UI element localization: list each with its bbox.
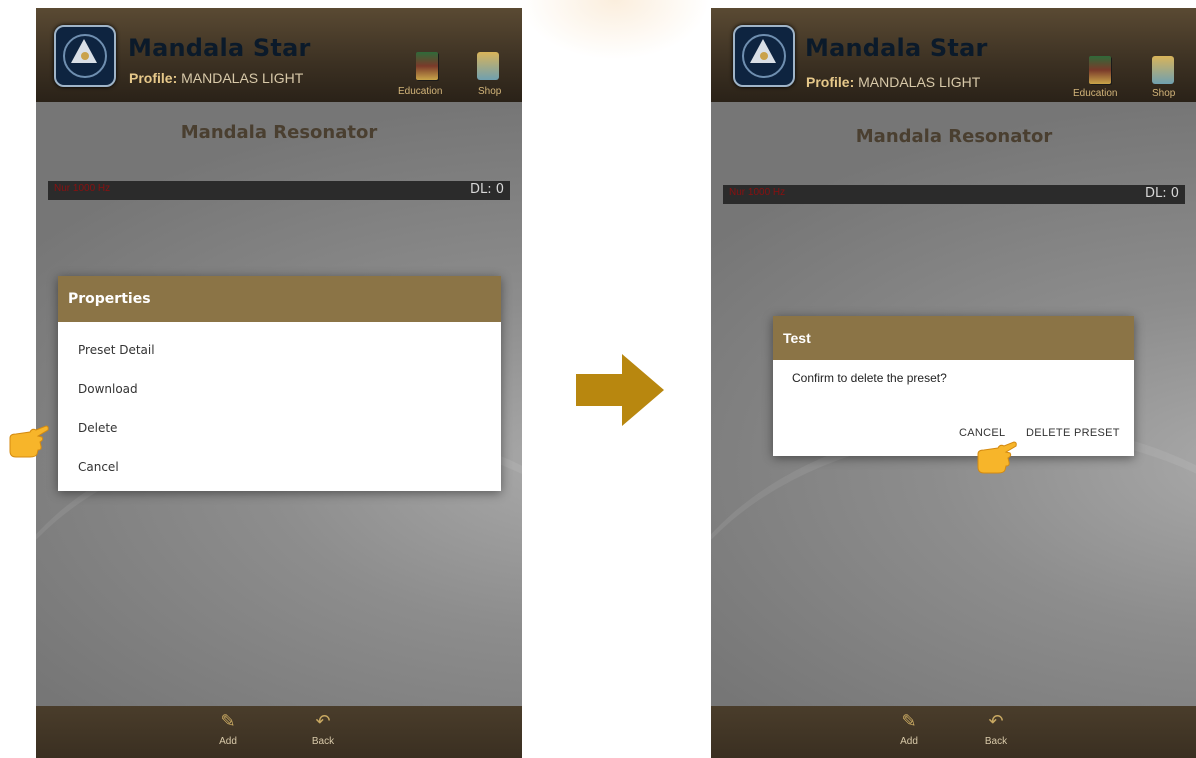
pencil-icon: ✎ [901,711,917,731]
add-label: Add [219,736,237,747]
left-screenshot: Mandala Star Profile: MANDALAS LIGHT Edu… [36,8,522,758]
dialog-message: Confirm to delete the preset? [792,371,947,385]
top-bar: Mandala Star Profile: MANDALAS LIGHT Edu… [711,8,1196,102]
back-arrow-icon: ↶ [315,711,331,731]
pencil-icon: ✎ [220,711,236,731]
shop-label[interactable]: Shop [478,86,501,97]
books-icon[interactable] [416,52,438,80]
dialog-title: Test [773,316,1134,360]
cart-icon[interactable] [477,52,499,80]
back-button[interactable]: ↶ Back [303,710,343,747]
app-logo-icon[interactable] [733,25,795,87]
menu-item-download[interactable]: Download [58,370,501,409]
confirm-dialog: Test Confirm to delete the preset? CANCE… [773,316,1134,456]
back-arrow-icon: ↶ [988,711,1004,731]
right-screenshot: Mandala Star Profile: MANDALAS LIGHT Edu… [711,8,1196,758]
add-label: Add [900,736,918,747]
back-button[interactable]: ↶ Back [976,710,1016,747]
dialog-title: Properties [58,276,501,322]
education-label[interactable]: Education [1073,88,1117,99]
profile-line[interactable]: Profile: MANDALAS LIGHT [806,74,980,90]
status-frequency: Nur 1000 Hz [54,183,111,194]
properties-menu: Preset Detail Download Delete Cancel [58,331,501,487]
app-title: Mandala Star [128,34,311,62]
books-icon[interactable] [1089,56,1111,84]
menu-item-cancel[interactable]: Cancel [58,448,501,487]
menu-item-preset-detail[interactable]: Preset Detail [58,331,501,370]
right-arrow-icon [576,354,664,426]
background-glow [520,0,710,60]
cart-icon[interactable] [1152,56,1174,84]
page-title: Mandala Resonator [855,126,1053,147]
profile-label: Profile: [806,74,855,90]
pointing-hand-icon [977,441,1017,474]
education-label[interactable]: Education [398,86,442,97]
delete-preset-button[interactable]: DELETE PRESET [1026,427,1120,439]
profile-name: MANDALAS LIGHT [858,74,981,90]
cancel-button[interactable]: CANCEL [959,427,1005,439]
status-frequency: Nur 1000 Hz [729,187,786,198]
app-logo-icon[interactable] [54,25,116,87]
bottom-bar: ✎ Add ↶ Back [36,706,522,758]
profile-label: Profile: [129,70,178,86]
properties-dialog: Properties Preset Detail Download Delete… [58,276,501,491]
status-dl: DL: 0 [1144,186,1179,201]
shop-label[interactable]: Shop [1152,88,1175,99]
status-dl: DL: 0 [469,182,504,197]
back-label: Back [984,736,1008,747]
profile-line[interactable]: Profile: MANDALAS LIGHT [129,70,303,86]
app-title: Mandala Star [805,34,988,62]
pointing-hand-icon [9,425,49,458]
status-bar: Nur 1000 Hz DL: 0 [48,181,510,200]
bottom-bar: ✎ Add ↶ Back [711,706,1196,758]
page-title: Mandala Resonator [180,122,378,143]
status-bar: Nur 1000 Hz DL: 0 [723,185,1185,204]
profile-name: MANDALAS LIGHT [181,70,304,86]
add-button[interactable]: ✎ Add [208,710,248,747]
back-label: Back [311,736,335,747]
menu-item-delete[interactable]: Delete [58,409,501,448]
top-bar: Mandala Star Profile: MANDALAS LIGHT Edu… [36,8,522,102]
add-button[interactable]: ✎ Add [889,710,929,747]
